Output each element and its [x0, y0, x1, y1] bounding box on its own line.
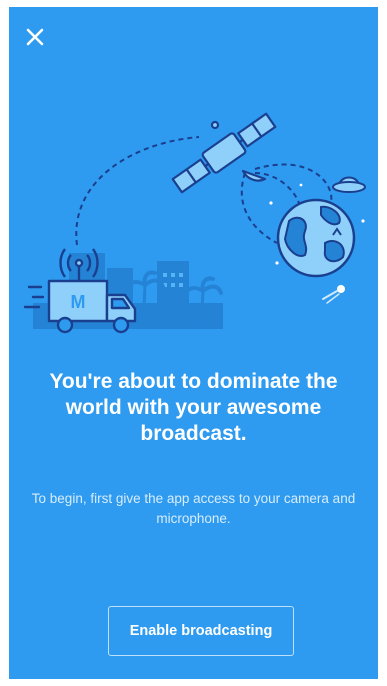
- broadcast-illustration: M: [23, 112, 366, 334]
- ufo-icon: [332, 176, 366, 193]
- close-button[interactable]: [23, 25, 47, 49]
- truck-logo: M: [71, 292, 86, 312]
- comet-icon: [322, 285, 345, 304]
- satellite-icon: [171, 112, 277, 194]
- earth-icon: [276, 198, 356, 278]
- enable-broadcasting-button[interactable]: Enable broadcasting: [108, 606, 294, 656]
- broadcast-onboarding-screen: M You're about to dominate the world wit…: [9, 7, 378, 679]
- close-icon: [26, 28, 44, 46]
- headline: You're about to dominate the world with …: [49, 370, 338, 445]
- permission-description: To begin, first give the app access to y…: [31, 491, 356, 526]
